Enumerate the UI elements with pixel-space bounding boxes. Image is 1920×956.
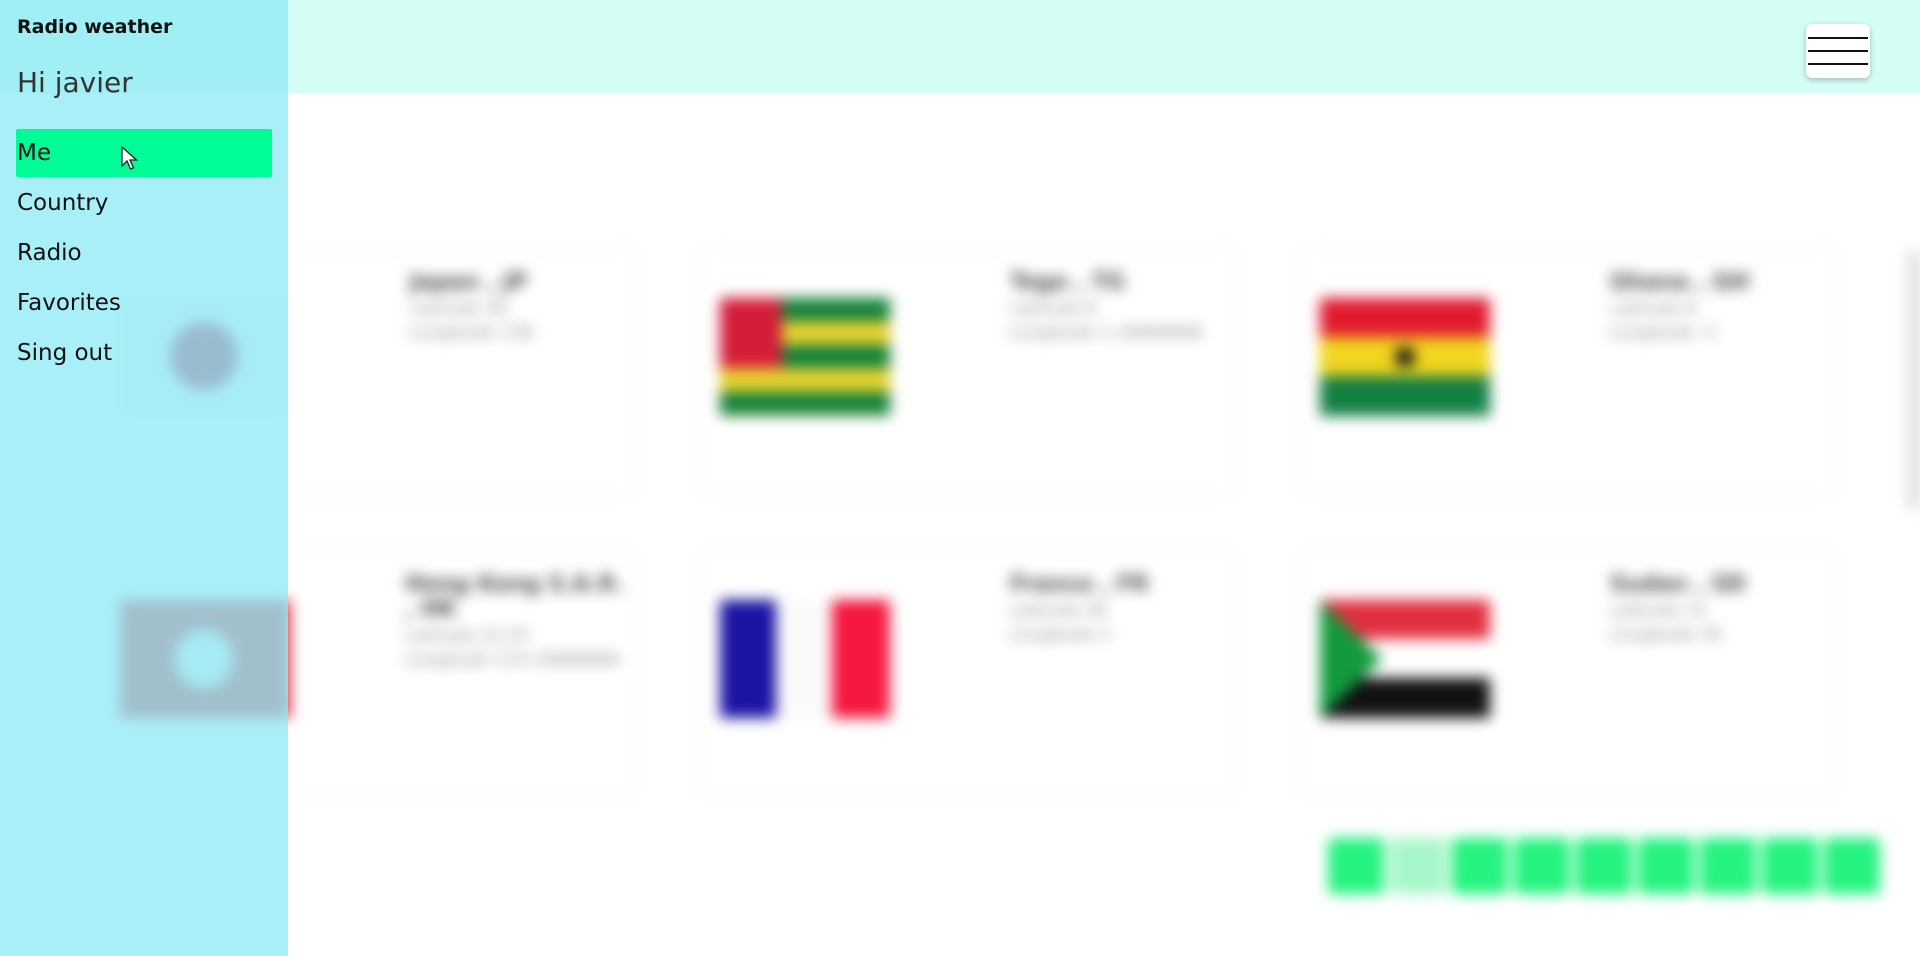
page-button[interactable] bbox=[1452, 838, 1508, 894]
country-latitude: Latitude 15 bbox=[1610, 601, 1708, 621]
mouse-cursor-icon bbox=[121, 146, 139, 170]
country-longitude: Longitude -2 bbox=[1610, 323, 1717, 343]
pagination bbox=[1328, 838, 1880, 894]
sidebar: Radio weather Hi javier Me Country Radio… bbox=[0, 0, 288, 956]
country-card-france[interactable]: France , FR Latitude 46 Longitude 2 bbox=[700, 550, 1240, 795]
app-title: Radio weather bbox=[17, 16, 173, 38]
france-flag-image bbox=[720, 600, 890, 718]
country-longitude: Longitude 1.16666666 bbox=[1010, 323, 1203, 343]
page-button[interactable] bbox=[1824, 838, 1880, 894]
country-info: France , FR Latitude 46 Longitude 2 bbox=[1010, 572, 1149, 645]
country-latitude: Latitude 8 bbox=[1610, 299, 1697, 319]
country-card-ghana[interactable]: Ghana , GH Latitude 8 Longitude -2 bbox=[1300, 248, 1840, 493]
page-button[interactable] bbox=[1576, 838, 1632, 894]
menu-bar-line bbox=[1808, 63, 1868, 65]
country-info: Sudan , SD Latitude 15 Longitude 30 bbox=[1610, 572, 1746, 645]
scrollbar[interactable] bbox=[1908, 250, 1920, 510]
page-button[interactable] bbox=[1328, 838, 1384, 894]
country-latitude: Latitude 36 bbox=[410, 299, 508, 319]
sidebar-item-sign-out[interactable]: Sing out bbox=[16, 329, 272, 377]
page-button[interactable] bbox=[1700, 838, 1756, 894]
country-latitude: Latitude 22.25 bbox=[405, 626, 530, 646]
country-longitude: Longitude 114.16666666 bbox=[405, 650, 620, 670]
country-longitude: Longitude 138 bbox=[410, 323, 533, 343]
country-name: France , FR bbox=[1010, 572, 1149, 597]
sidebar-item-me[interactable]: Me bbox=[16, 129, 272, 177]
sidebar-item-country[interactable]: Country bbox=[16, 179, 272, 227]
page-button[interactable] bbox=[1762, 838, 1818, 894]
sidebar-item-favorites[interactable]: Favorites bbox=[16, 279, 272, 327]
country-grid: Japan , JP Latitude 36 Longitude 138 Tog… bbox=[0, 0, 1920, 956]
country-name: Ghana , GH bbox=[1610, 270, 1750, 295]
country-info: Hong Kong S.A.R. , HK Latitude 22.25 Lon… bbox=[405, 572, 635, 670]
country-info: Japan , JP Latitude 36 Longitude 138 bbox=[410, 270, 532, 343]
country-info: Ghana , GH Latitude 8 Longitude -2 bbox=[1610, 270, 1749, 343]
page-button[interactable] bbox=[1638, 838, 1694, 894]
country-card-sudan[interactable]: Sudan , SD Latitude 15 Longitude 30 bbox=[1300, 550, 1840, 795]
menu-bar-line bbox=[1808, 37, 1868, 39]
country-latitude: Latitude 8 bbox=[1010, 299, 1097, 319]
country-name: Sudan , SD bbox=[1610, 572, 1746, 597]
sidebar-item-radio[interactable]: Radio bbox=[16, 229, 272, 277]
top-bar bbox=[0, 0, 1920, 93]
user-greeting: Hi javier bbox=[17, 66, 133, 99]
sudan-flag-image bbox=[1320, 600, 1490, 718]
country-name: Togo , TG bbox=[1010, 270, 1125, 295]
country-card-togo[interactable]: Togo , TG Latitude 8 Longitude 1.1666666… bbox=[700, 248, 1240, 493]
menu-bar-line bbox=[1808, 50, 1868, 52]
country-longitude: Longitude 30 bbox=[1610, 625, 1722, 645]
country-latitude: Latitude 46 bbox=[1010, 601, 1108, 621]
country-name: Hong Kong S.A.R. , HK bbox=[405, 572, 625, 622]
ghana-flag-image bbox=[1320, 298, 1490, 416]
hamburger-menu-icon[interactable] bbox=[1806, 24, 1870, 78]
page-button[interactable] bbox=[1514, 838, 1570, 894]
country-longitude: Longitude 2 bbox=[1010, 625, 1111, 645]
sidebar-nav: Me Country Radio Favorites Sing out bbox=[16, 129, 272, 379]
country-name: Japan , JP bbox=[410, 270, 528, 295]
country-info: Togo , TG Latitude 8 Longitude 1.1666666… bbox=[1010, 270, 1203, 343]
togo-flag-image bbox=[720, 298, 890, 416]
page-button-current[interactable] bbox=[1390, 838, 1446, 894]
